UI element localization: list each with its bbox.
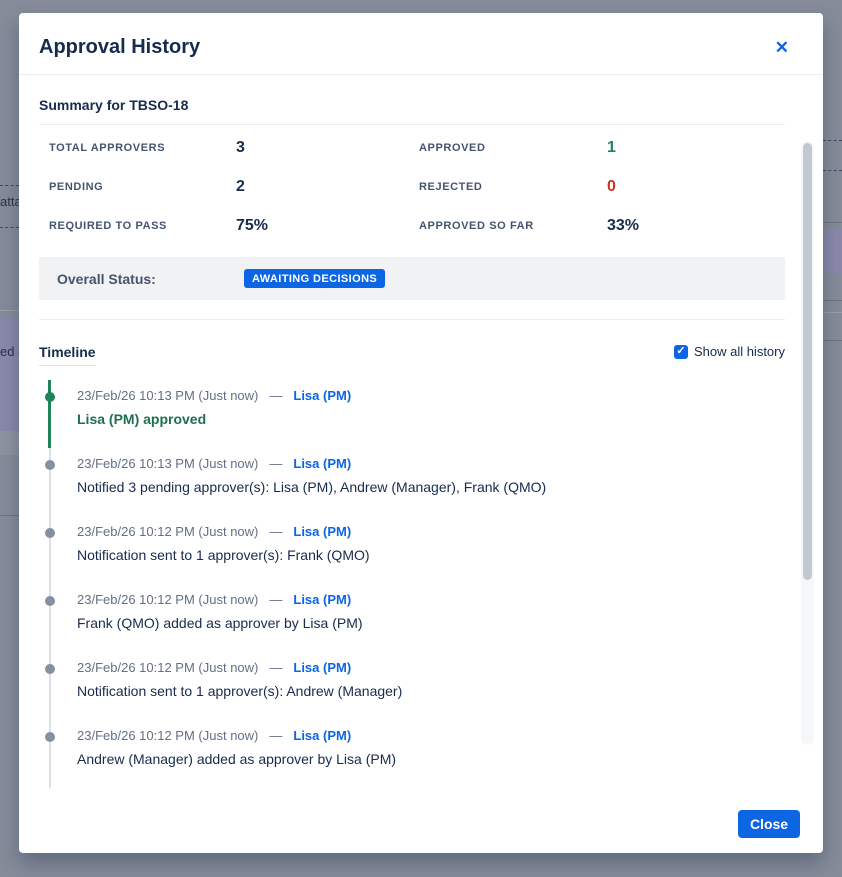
show-all-history-toggle[interactable]: ✓ Show all history xyxy=(674,344,785,359)
timeline-entry: 23/Feb/26 10:12 PM (Just now)—Lisa (PM) … xyxy=(39,652,785,720)
backdrop-dashed-line xyxy=(0,227,19,228)
stat-value-total-approvers: 3 xyxy=(236,139,245,157)
timeline-entry-meta: 23/Feb/26 10:12 PM (Just now) — Lisa (PM) xyxy=(77,720,785,743)
summary-stats-grid: TOTAL APPROVERS 3 APPROVED 1 PENDING 2 R… xyxy=(39,128,785,245)
timeline-dot-icon xyxy=(45,596,55,606)
timeline-separator: — xyxy=(269,728,282,743)
timeline-timestamp: 23/Feb/26 10:12 PM (Just now) xyxy=(77,592,258,607)
timeline-entry-meta: 23/Feb/26 10:12 PM (Just now) — Lisa (PM) xyxy=(77,584,785,607)
timeline-entry-meta: 23/Feb/26 10:12 PM (Just now) — Lisa (PM) xyxy=(77,652,785,675)
backdrop-divider xyxy=(823,300,842,301)
timeline-separator: — xyxy=(269,660,282,675)
stat-label-rejected: REJECTED xyxy=(419,181,482,193)
timeline-entry-meta: 23/Feb/26 10:12 PM (Just now) — Lisa (PM) xyxy=(77,516,785,539)
modal-title: Approval History xyxy=(39,36,771,59)
timeline-message: Frank (QMO) added as approver by Lisa (P… xyxy=(77,615,785,631)
timeline-actor-link[interactable]: Lisa (PM) xyxy=(293,592,351,607)
timeline-timestamp: 23/Feb/26 10:13 PM (Just now) xyxy=(77,456,258,471)
modal-header: Approval History ✕ xyxy=(19,13,823,75)
timeline-connector-line xyxy=(48,380,51,448)
timeline-entry-meta: 23/Feb/26 10:13 PM (Just now) — Lisa (PM) xyxy=(77,380,785,403)
timeline-actor-link[interactable]: Lisa (PM) xyxy=(293,728,351,743)
timeline-connector-line xyxy=(49,584,51,652)
backdrop-divider xyxy=(0,310,19,311)
show-all-history-label: Show all history xyxy=(694,344,785,359)
backdrop-divider xyxy=(823,222,842,223)
timeline-dot-icon xyxy=(45,732,55,742)
stat-label-approved-so-far: APPROVED SO FAR xyxy=(419,220,534,232)
timeline-timestamp: 23/Feb/26 10:12 PM (Just now) xyxy=(77,728,258,743)
timeline-entry: 23/Feb/26 10:12 PM (Just now)—Lisa (PM) … xyxy=(39,720,785,788)
timeline-timestamp: 23/Feb/26 10:12 PM (Just now) xyxy=(77,524,258,539)
stat-value-approved: 1 xyxy=(607,139,616,157)
timeline-entry: 23/Feb/26 10:12 PM (Just now)—Lisa (PM) … xyxy=(39,584,785,652)
backdrop-highlight-row: ed o xyxy=(0,318,19,431)
overall-status-label: Overall Status: xyxy=(57,271,244,287)
approval-history-modal: Approval History ✕ Summary for TBSO-18 T… xyxy=(19,13,823,853)
timeline-entry: 23/Feb/26 10:13 PM (Just now) — Lisa (PM) … xyxy=(39,380,785,448)
timeline-actor-link[interactable]: Lisa (PM) xyxy=(293,388,351,403)
timeline-separator: — xyxy=(269,456,282,471)
stat-value-rejected: 0 xyxy=(607,178,616,196)
timeline-entry-meta: 23/Feb/26 10:13 PM (Just now) — Lisa (PM) xyxy=(77,448,785,471)
scrollbar-track[interactable] xyxy=(801,141,814,745)
timeline-message: Notification sent to 1 approver(s): Fran… xyxy=(77,547,785,563)
timeline-connector-line xyxy=(49,448,51,516)
backdrop-dashed-line xyxy=(823,170,842,171)
show-all-history-checkbox[interactable]: ✓ xyxy=(674,345,688,359)
timeline-entry: 23/Feb/26 10:13 PM (Just now)—Lisa (PM) … xyxy=(39,448,785,516)
timeline-separator: — xyxy=(269,524,282,539)
close-button[interactable]: Close xyxy=(738,810,800,838)
timeline-separator: — xyxy=(269,592,282,607)
timeline-actor-link[interactable]: Lisa (PM) xyxy=(293,456,351,471)
divider xyxy=(39,124,785,125)
timeline-list: 23/Feb/26 10:13 PM (Just now) — Lisa (PM) … xyxy=(39,380,785,788)
timeline-actor-link[interactable]: Lisa (PM) xyxy=(293,660,351,675)
close-icon[interactable]: ✕ xyxy=(771,37,793,58)
timeline-separator: — xyxy=(269,388,282,403)
status-badge: AWAITING DECISIONS xyxy=(244,269,385,288)
timeline-dot-icon xyxy=(45,528,55,538)
backdrop-dashed-line xyxy=(823,140,842,141)
timeline-connector-line xyxy=(49,516,51,584)
timeline-message: Notified 3 pending approver(s): Lisa (PM… xyxy=(77,479,785,495)
backdrop-highlight-row xyxy=(823,229,842,273)
backdrop-dashed-line xyxy=(0,185,19,186)
timeline-dot-icon xyxy=(45,460,55,470)
backdrop-divider xyxy=(823,312,842,313)
timeline-timestamp: 23/Feb/26 10:12 PM (Just now) xyxy=(77,660,258,675)
stat-label-approved: APPROVED xyxy=(419,142,486,154)
timeline-message: Andrew (Manager) added as approver by Li… xyxy=(77,751,785,767)
timeline-timestamp: 23/Feb/26 10:13 PM (Just now) xyxy=(77,388,258,403)
modal-body: Summary for TBSO-18 TOTAL APPROVERS 3 AP… xyxy=(19,75,823,800)
modal-footer: Close xyxy=(19,800,823,853)
stat-value-approved-so-far: 33% xyxy=(607,217,639,235)
timeline-connector-line xyxy=(49,652,51,720)
overall-status-bar: Overall Status: AWAITING DECISIONS xyxy=(39,257,785,300)
stat-value-pending: 2 xyxy=(236,178,245,196)
timeline-dot-icon xyxy=(45,392,55,402)
screen: atta ed o Approval History ✕ Summary for… xyxy=(0,0,842,877)
timeline-dot-icon xyxy=(45,664,55,674)
summary-heading: Summary for TBSO-18 xyxy=(39,97,785,113)
timeline-actor-link[interactable]: Lisa (PM) xyxy=(293,524,351,539)
backdrop-text-fragment: atta xyxy=(0,194,19,209)
stat-label-pending: PENDING xyxy=(49,181,103,193)
stat-value-required-to-pass: 75% xyxy=(236,217,268,235)
timeline-header-row: Timeline ✓ Show all history xyxy=(39,344,785,366)
timeline-message: Lisa (PM) approved xyxy=(77,411,785,427)
check-icon: ✓ xyxy=(676,346,685,357)
backdrop-divider xyxy=(0,515,19,516)
timeline-message: Notification sent to 1 approver(s): Andr… xyxy=(77,683,785,699)
divider xyxy=(39,319,785,320)
backdrop-text-fragment: ed o xyxy=(0,318,19,359)
timeline-heading: Timeline xyxy=(39,344,96,366)
stat-label-total-approvers: TOTAL APPROVERS xyxy=(49,142,165,154)
backdrop-row xyxy=(0,431,19,455)
backdrop-divider xyxy=(823,340,842,341)
stat-label-required-to-pass: REQUIRED TO PASS xyxy=(49,220,167,232)
scrollbar-thumb[interactable] xyxy=(803,143,812,580)
timeline-entry: 23/Feb/26 10:12 PM (Just now)—Lisa (PM) … xyxy=(39,516,785,584)
timeline-connector-line xyxy=(49,720,51,788)
